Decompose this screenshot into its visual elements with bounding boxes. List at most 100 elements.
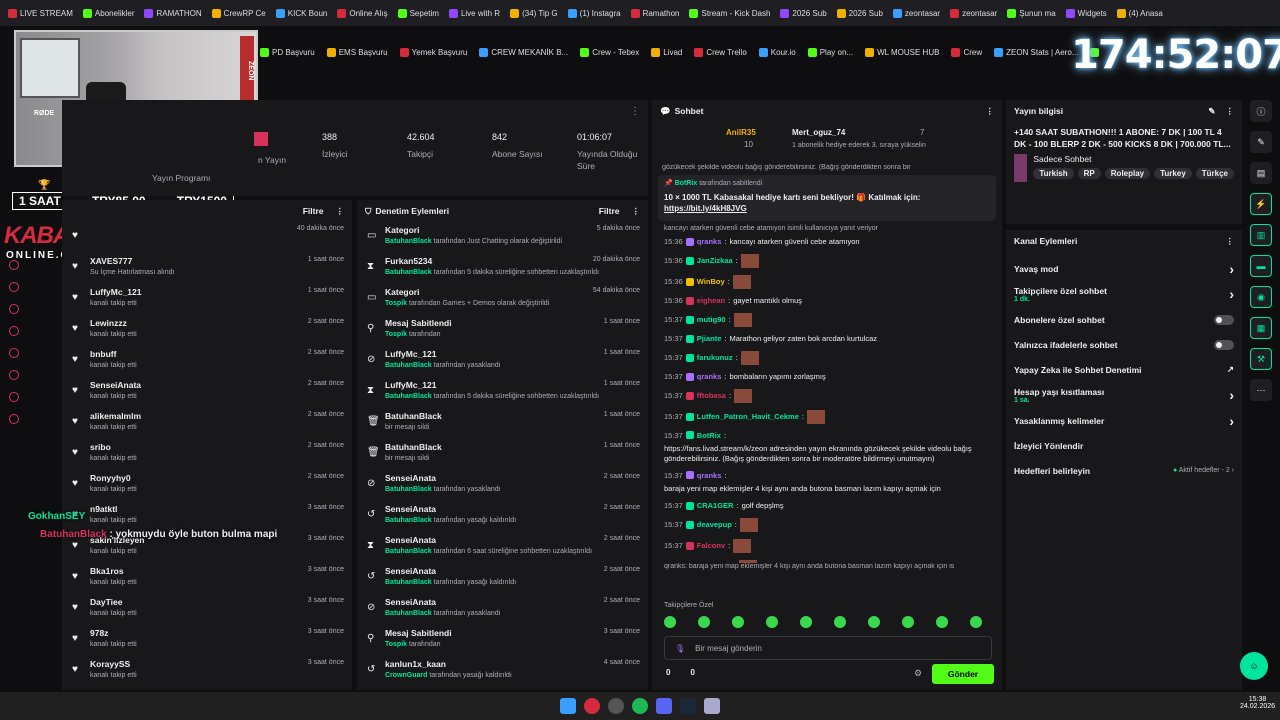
follower-row[interactable]: ♥ 40 dakika önce	[62, 222, 352, 253]
browser-tab[interactable]: zeontasar	[892, 8, 940, 18]
pinned-link[interactable]: https://bit.ly/4kH8JVG	[664, 204, 990, 213]
browser-tab[interactable]: KICK Boun	[275, 8, 327, 18]
follower-row[interactable]: ♥ 978z kanalı takip etti 3 saat önce	[62, 625, 352, 656]
follower-row[interactable]: ♥ LuffyMc_121 kanalı takip etti 1 saat önce	[62, 284, 352, 315]
emote-3[interactable]	[732, 616, 744, 628]
more-icon[interactable]: ⋮	[632, 206, 641, 217]
steam-icon[interactable]	[680, 698, 696, 714]
follower-row[interactable]: ♥ Bka1ros kanalı takip etti 3 saat önce	[62, 563, 352, 594]
browser-tab[interactable]: Şunun ma	[1007, 8, 1056, 18]
bookmark[interactable]: Yemek Başvuru	[399, 47, 467, 57]
emote-6[interactable]	[834, 616, 846, 628]
stream-tag[interactable]: Türkçe	[1195, 168, 1234, 179]
chat-message[interactable]: 15:37 Lutfen_Patron_Havit_Cekme:	[652, 410, 1002, 424]
settings-icon[interactable]: ⚙	[914, 668, 922, 679]
bookmark[interactable]: CREW MEKANİK B...	[479, 47, 568, 57]
moderation-row[interactable]: ↺ SenseiAnata BatuhanBlack tarafından yasa…	[357, 501, 648, 532]
moderation-row[interactable]: ↺ kanlun1x_kaan CrownGuard tarafından yasa…	[357, 656, 648, 687]
spotify-icon[interactable]	[632, 698, 648, 714]
browser-tab[interactable]: Abonelikler	[82, 8, 134, 18]
chat-message[interactable]: 15:37 CRA1GER: golf depşlmş	[652, 501, 1002, 511]
opera-icon[interactable]	[584, 698, 600, 714]
moderation-row[interactable]: ⊘ SenseiAnata BatuhanBlack tarafından yasa…	[357, 594, 648, 625]
chat-username[interactable]: qranks	[697, 471, 722, 481]
follower-row[interactable]: ♥ XAVES777 Su İçme Hatırlatması alındı 1 sa…	[62, 253, 352, 284]
emote-1[interactable]	[664, 616, 676, 628]
follower-row[interactable]: ♥ Ronyyhy0 kanalı takip etti 2 saat önce	[62, 470, 352, 501]
follower-row[interactable]: ♥ KorayySS kanalı takip etti 3 saat önce	[62, 656, 352, 687]
browser-tab[interactable]: (34) Tip G	[510, 8, 558, 18]
follower-row[interactable]: ♥ alikemalmlm kanalı takip etti 2 saat önce	[62, 408, 352, 439]
message-icon[interactable]: ▬	[1250, 255, 1272, 277]
chat-username[interactable]: eighean	[697, 296, 725, 306]
moderation-row[interactable]: ⊘ SenseiAnata BatuhanBlack tarafından yasa…	[357, 470, 648, 501]
channel-action[interactable]: İzleyici Yönlendir	[1006, 433, 1242, 458]
more-icon[interactable]: ⋮	[986, 106, 995, 117]
stream-tag[interactable]: Turkey	[1154, 168, 1192, 179]
nav-icon-5[interactable]	[9, 348, 19, 358]
broadcast-icon[interactable]: ◉	[1250, 286, 1272, 308]
bookmark[interactable]: WL MOUSE HUB	[865, 47, 939, 57]
wrench-icon[interactable]: ⚒	[1250, 348, 1272, 370]
nav-icon-1[interactable]	[9, 260, 19, 270]
points-counter[interactable]: 0	[666, 668, 670, 677]
chat-username[interactable]: BotRix	[697, 431, 721, 441]
chat-message[interactable]: 15:37 deavepup:	[652, 518, 1002, 532]
toggle-switch[interactable]	[1214, 314, 1234, 325]
chat-message[interactable]: 15:37 qranks: baraja yeni map eklemişler 4…	[652, 471, 1002, 494]
chat-message[interactable]: 15:36 eighean: gayet mantıklı olmuş	[652, 296, 1002, 306]
chat-username[interactable]: fftobasa	[697, 391, 726, 401]
chat-message[interactable]: 15:37 farukunuz:	[652, 351, 1002, 365]
bookmark[interactable]: Crew	[951, 47, 982, 57]
bookmark[interactable]: Play on...	[807, 47, 853, 57]
moderation-row[interactable]: ▭ Kategori BatuhanBlack tarafından Just Ch…	[357, 222, 648, 253]
chat-toggle-icon[interactable]: ▤	[1250, 162, 1272, 184]
chat-message[interactable]: 15:37 Falconv:	[652, 539, 1002, 553]
browser-tab[interactable]: CrewRP Ce	[211, 8, 266, 18]
followers-filter-button[interactable]: Filtre	[303, 206, 324, 217]
moderation-row[interactable]: ⧗ Furkan5234 BatuhanBlack tarafından 5 dak…	[357, 253, 648, 284]
chat-username[interactable]: qranks	[697, 372, 722, 382]
chat-message[interactable]: 15:36 JanZizkaa:	[652, 254, 1002, 268]
nav-icon-2[interactable]	[9, 282, 19, 292]
discord-icon[interactable]	[656, 698, 672, 714]
chat-input[interactable]: 🎙 Bir mesaj gönderin	[664, 636, 992, 660]
chat-username[interactable]: mutig90	[697, 315, 726, 325]
channel-action[interactable]: Yapay Zeka ile Sohbet Denetimi ↗	[1006, 357, 1242, 382]
channel-action[interactable]: Yasaklanmış kelimeler ›	[1006, 408, 1242, 433]
nav-icon-8[interactable]	[9, 414, 19, 424]
channel-action[interactable]: Hesap yaşı kısıtlaması 1 sa. ›	[1006, 382, 1242, 408]
emote-2[interactable]	[698, 616, 710, 628]
chat-message[interactable]: 15:37 mutig90:	[652, 313, 1002, 327]
follower-row[interactable]: ♥ SenseiAnata kanalı takip etti 2 saat önce	[62, 377, 352, 408]
chat-message[interactable]: 15:37 BotRix: https://fans.livad.stream/k/…	[652, 431, 1002, 464]
nav-icon-3[interactable]	[9, 304, 19, 314]
browser-tab[interactable]: Ramathon	[630, 8, 679, 18]
more-icon[interactable]: ⋮	[630, 106, 640, 117]
bookmark[interactable]: Kour.io	[758, 47, 796, 57]
moderation-row[interactable]: ⚲ Mesaj Sabitlendi Tospik tarafından 3 saat…	[357, 625, 648, 656]
toggle-switch[interactable]	[1214, 339, 1234, 350]
extra-icon[interactable]: ⋯	[1250, 379, 1272, 401]
mic-icon[interactable]: 🎙	[675, 644, 685, 653]
obs-icon[interactable]	[608, 698, 624, 714]
channel-action[interactable]: Takipçilere özel sohbet 1 dk. ›	[1006, 281, 1242, 307]
browser-tab[interactable]: (1) Instagra	[567, 8, 621, 18]
browser-tab[interactable]: 2026 Sub	[836, 8, 883, 18]
channel-action[interactable]: Yavaş mod ›	[1006, 256, 1242, 281]
emote-5[interactable]	[800, 616, 812, 628]
browser-tab[interactable]: Sepetim	[397, 8, 439, 18]
chat-username[interactable]: qranks	[697, 237, 722, 247]
bookmark[interactable]: PD Başvuru	[260, 47, 315, 57]
send-button[interactable]: Gönder	[932, 664, 994, 684]
nav-icon-6[interactable]	[9, 370, 19, 380]
moderation-row[interactable]: ⚲ Mesaj Sabitlendi Tospik tarafından 1 saat…	[357, 315, 648, 346]
stream-tag[interactable]: RP	[1077, 168, 1101, 179]
bookmark[interactable]: Crew Trello	[694, 47, 747, 57]
bookmark[interactable]: ZEON Stats | Aero...	[994, 47, 1078, 57]
more-icon[interactable]: ⋮	[1226, 106, 1235, 117]
stream-tag[interactable]: Turkish	[1033, 168, 1074, 179]
follower-row[interactable]: ♥ DayTiee kanalı takip etti 3 saat önce	[62, 594, 352, 625]
nav-icon-4[interactable]	[9, 326, 19, 336]
moderation-row[interactable]: ⊘ LuffyMc_121 BatuhanBlack tarafından yasa…	[357, 346, 648, 377]
